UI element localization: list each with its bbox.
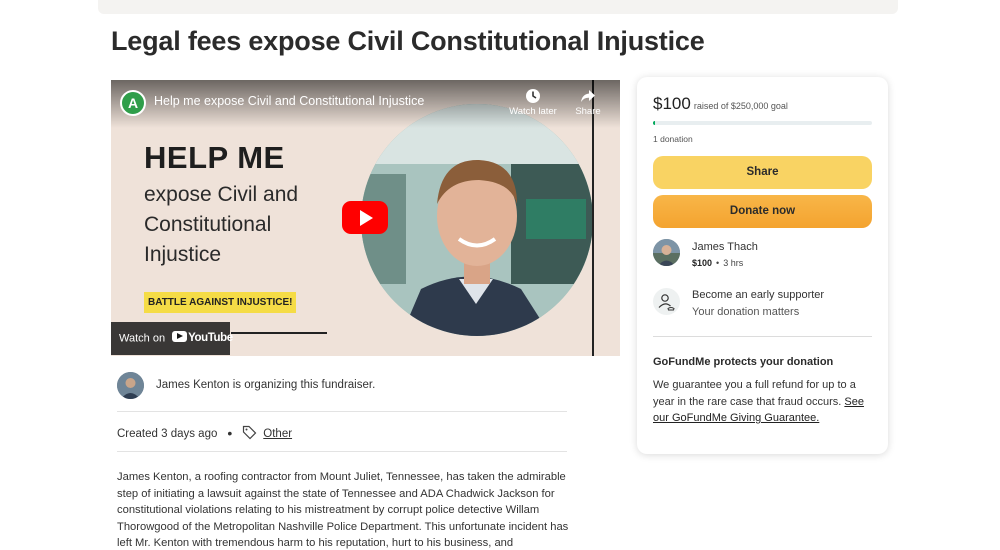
- thumbnail-frame-line: [231, 332, 327, 334]
- divider: [117, 411, 567, 412]
- donor-time: 3 hrs: [723, 258, 744, 268]
- created-date: Created 3 days ago: [117, 428, 218, 440]
- story-text: James Kenton, a roofing contractor from …: [117, 471, 569, 549]
- category-link[interactable]: Other: [263, 428, 292, 440]
- watch-later-button[interactable]: Watch later: [508, 88, 558, 117]
- recent-donation: James Thach $100 • 3 hrs: [653, 239, 873, 269]
- youtube-play-icon: [172, 331, 188, 342]
- early-supporter-icon: [653, 288, 680, 315]
- page-title: Legal fees expose Civil Constitutional I…: [111, 26, 705, 56]
- watch-on-youtube-button[interactable]: Watch on YouTube: [111, 322, 233, 355]
- meta-row: Created 3 days ago • Other: [117, 424, 292, 441]
- separator-dot: •: [227, 425, 233, 441]
- organizer-row: James Kenton is organizing this fundrais…: [117, 372, 577, 400]
- donate-now-button[interactable]: Donate now: [653, 195, 872, 228]
- play-button[interactable]: [342, 201, 388, 234]
- video-title[interactable]: Help me expose Civil and Constitutional …: [154, 94, 424, 108]
- video-share-button[interactable]: Share: [563, 88, 613, 117]
- goal-text: raised of $250,000 goal: [693, 101, 788, 111]
- progress-fill: [653, 121, 655, 125]
- donation-count[interactable]: 1 donation: [653, 134, 693, 144]
- card-divider: [653, 336, 872, 337]
- organizer-photo: [361, 104, 593, 336]
- organizer-name: James Kenton: [156, 379, 230, 391]
- donor-meta: $100 • 3 hrs: [692, 258, 743, 268]
- protection-text: We guarantee you a full refund for up to…: [653, 377, 875, 427]
- top-nav-strip: [98, 0, 898, 14]
- organizer-suffix: is organizing this fundraiser.: [229, 379, 376, 391]
- raised-amount: $100: [653, 94, 691, 113]
- early-supporter-title: Become an early supporter: [692, 289, 825, 301]
- early-supporter: Become an early supporter Your donation …: [653, 288, 873, 320]
- clock-icon: [526, 89, 540, 103]
- divider: [117, 451, 567, 452]
- organizer-avatar[interactable]: [117, 372, 144, 399]
- channel-avatar[interactable]: A: [120, 90, 146, 116]
- early-supporter-subtitle: Your donation matters: [692, 306, 800, 318]
- youtube-wordmark: YouTube: [188, 332, 233, 344]
- progress-bar: [653, 121, 872, 125]
- thumbnail-headline: HELP ME: [144, 140, 285, 175]
- video-share-label: Share: [575, 106, 601, 117]
- donor-name: James Thach: [692, 241, 758, 253]
- watch-on-label: Watch on: [119, 332, 166, 345]
- thumbnail-subtext: expose Civil and Constitutional Injustic…: [144, 183, 299, 266]
- watch-later-label: Watch later: [509, 106, 557, 117]
- share-button[interactable]: Share: [653, 156, 872, 189]
- tag-icon: [243, 426, 257, 440]
- share-arrow-icon: [581, 90, 595, 102]
- separator-dot: •: [716, 258, 720, 268]
- raised-summary: $100 raised of $250,000 goal: [653, 94, 788, 114]
- protection-body: We guarantee you a full refund for up to…: [653, 379, 856, 408]
- video-player[interactable]: HELP ME expose Civil and Constitutional …: [111, 80, 620, 356]
- youtube-logo: YouTube: [172, 322, 233, 355]
- donation-card: $100 raised of $250,000 goal 1 donation S…: [637, 77, 888, 454]
- donor-amount: $100: [692, 258, 713, 268]
- organizer-text: James Kenton is organizing this fundrais…: [156, 379, 375, 391]
- protection-title: GoFundMe protects your donation: [653, 356, 834, 368]
- thumbnail-badge: BATTLE AGAINST INJUSTICE!: [144, 292, 297, 313]
- donor-avatar: [653, 239, 680, 266]
